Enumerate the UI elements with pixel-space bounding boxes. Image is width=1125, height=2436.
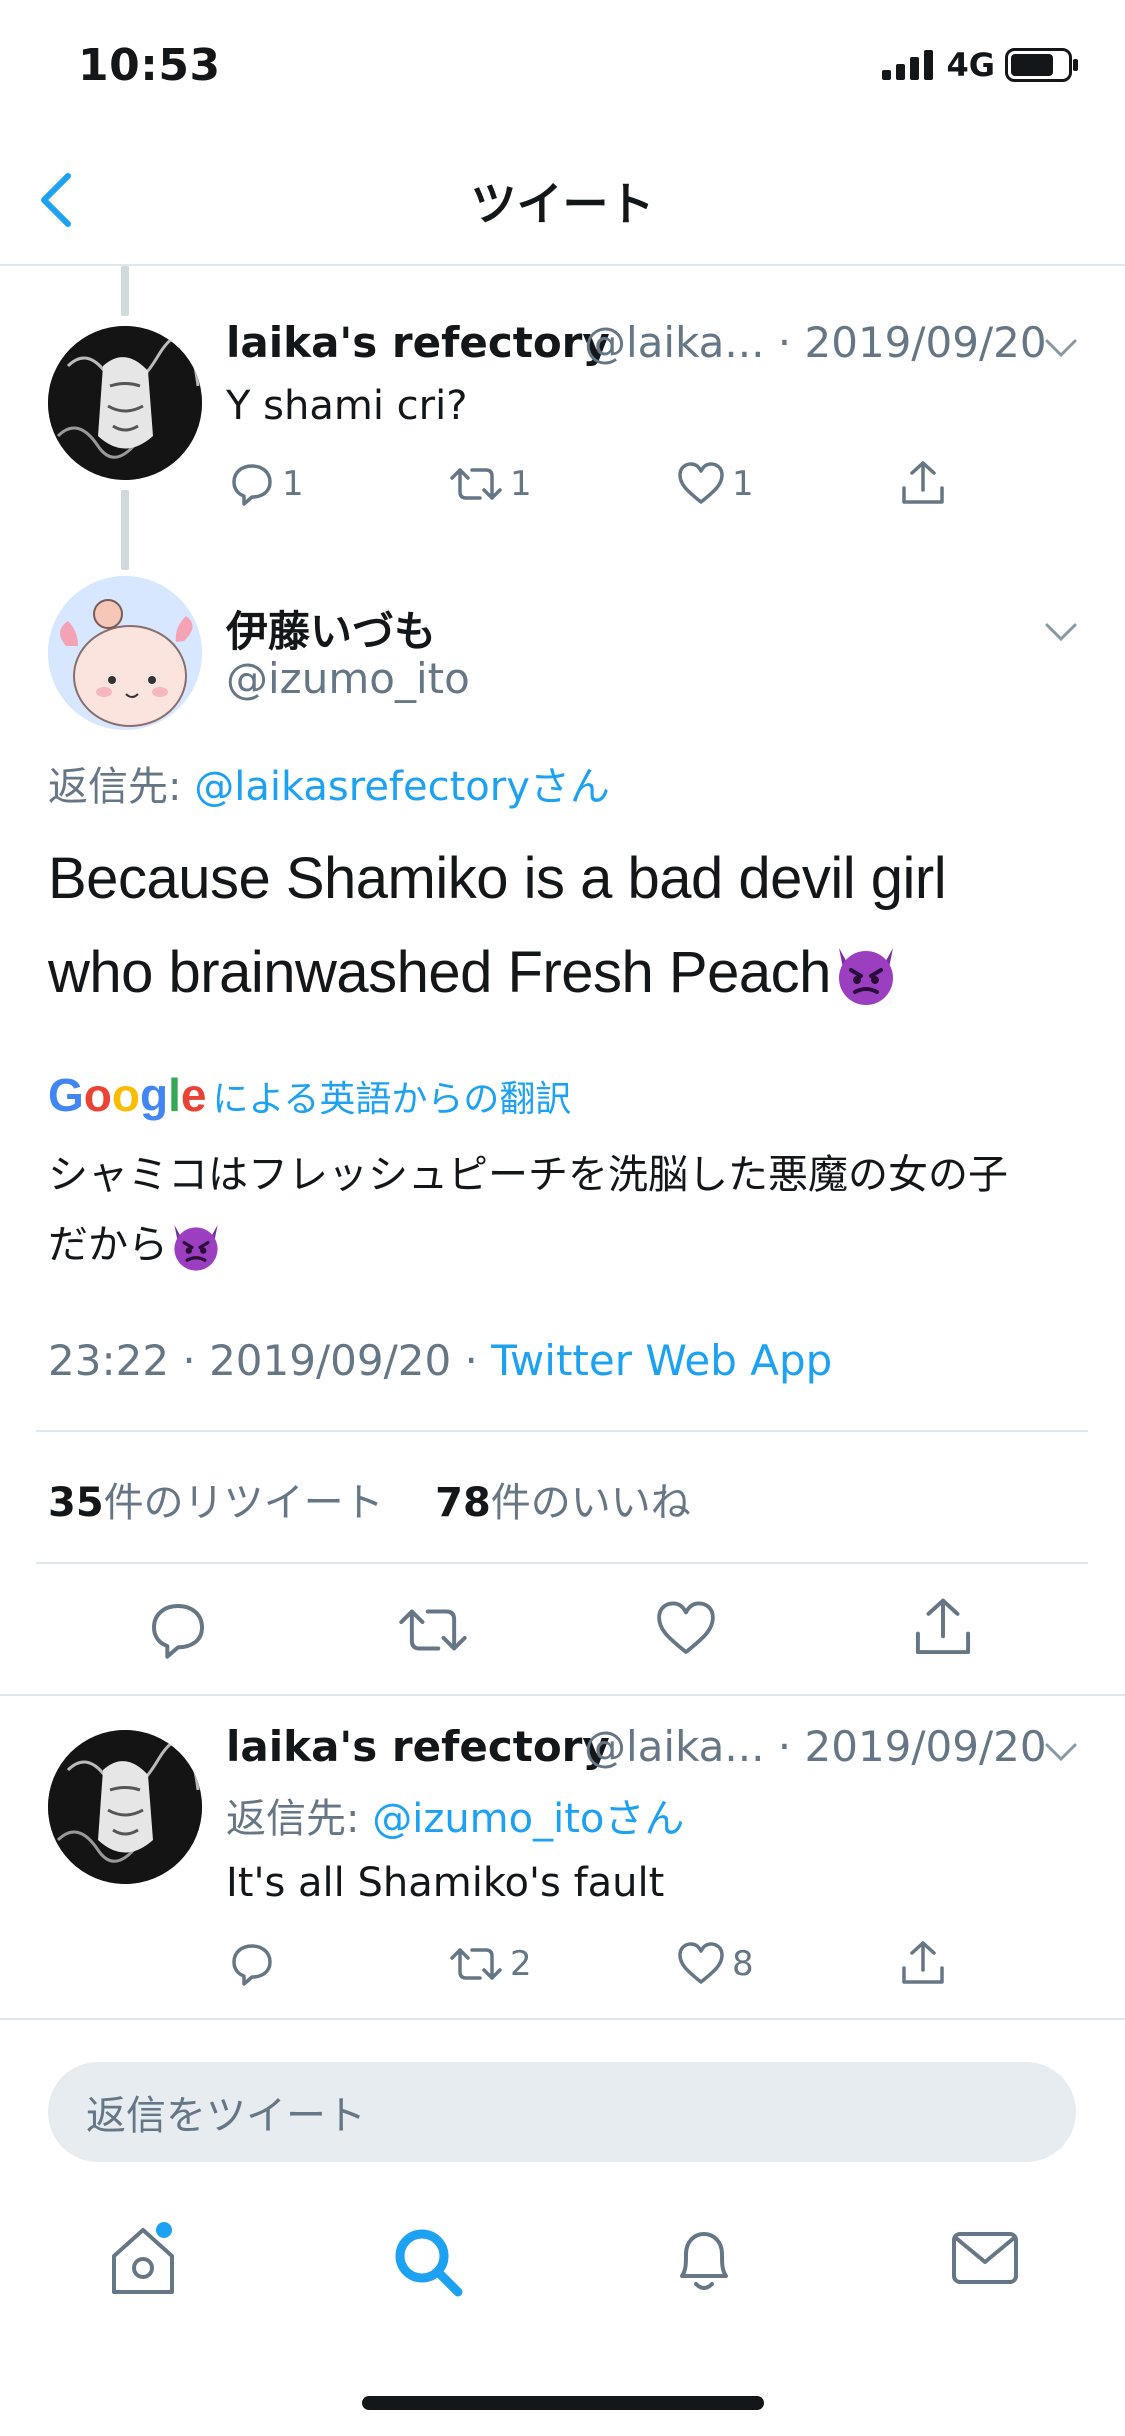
avatar-image-icon — [48, 576, 202, 730]
reply-button[interactable] — [228, 1940, 282, 1988]
share-icon[interactable] — [910, 1594, 976, 1660]
tweet-text: Because Shamiko is a bad devil girl who … — [48, 832, 947, 1020]
mail-icon[interactable] — [948, 2224, 1022, 2294]
translation-header[interactable]: Google による英語からの翻訳 — [48, 1068, 571, 1122]
chevron-down-icon[interactable] — [1044, 622, 1078, 644]
smiling-devil-emoji-icon — [838, 948, 893, 1005]
reply-to-prefix: 返信先: — [48, 764, 195, 810]
translation-text: シャミコはフレッシュピーチを洗脳した悪魔の女の子 だから — [48, 1140, 1008, 1280]
heart-icon — [678, 1942, 724, 1984]
retweet-total[interactable]: 35 — [48, 1480, 104, 1526]
tweet-text-line-1: Because Shamiko is a bad devil girl — [48, 846, 947, 911]
retweet-icon[interactable] — [396, 1598, 470, 1662]
like-button[interactable]: 1 — [676, 460, 754, 508]
author-name[interactable]: laika's refectory — [226, 318, 610, 367]
reply-icon — [232, 464, 272, 506]
like-total[interactable]: 78 — [435, 1480, 491, 1526]
avatar-image-icon — [48, 326, 202, 480]
tweet-text: Y shami cri? — [226, 383, 468, 429]
retweet-count: 2 — [510, 1944, 532, 1984]
author-name[interactable]: laika's refectory — [226, 1722, 610, 1771]
retweet-button[interactable]: 1 — [448, 460, 532, 508]
retweet-count: 1 — [510, 464, 532, 504]
thread-line-middle — [121, 490, 129, 570]
timestamp: 23:22 · 2019/09/20 · — [48, 1336, 492, 1385]
heart-icon[interactable] — [654, 1598, 718, 1660]
retweet-icon — [450, 468, 502, 500]
translation-line-2: だから — [48, 1222, 168, 1268]
divider — [36, 1430, 1088, 1432]
translation-line-1: シャミコはフレッシュピーチを洗脳した悪魔の女の子 — [48, 1152, 1008, 1198]
engagement-stats: 35件のリツイート 78件のいいね — [48, 1470, 691, 1528]
reply-to-prefix: 返信先: — [226, 1796, 373, 1842]
retweet-icon — [450, 1948, 502, 1980]
thread-line-top — [121, 266, 129, 316]
like-count: 1 — [732, 464, 754, 504]
share-icon — [902, 1941, 944, 1984]
battery-icon — [1005, 48, 1078, 82]
tweet-text-line-2: who brainwashed Fresh Peach — [48, 940, 831, 1005]
page-title: ツイート — [470, 177, 655, 231]
heart-icon — [678, 462, 724, 504]
share-button[interactable] — [898, 1938, 948, 1988]
reply-icon[interactable] — [146, 1598, 210, 1662]
google-logo: Google — [48, 1069, 207, 1121]
reply-to-user-link[interactable]: @izumo_itoさん — [372, 1796, 684, 1842]
status-icons: 4G — [882, 46, 1079, 84]
avatar-laika[interactable] — [48, 326, 202, 480]
source-link[interactable]: Twitter Web App — [491, 1336, 832, 1385]
reply-to-line: 返信先: @izumo_itoさん — [226, 1786, 684, 1844]
reply-icon — [232, 1944, 272, 1986]
timestamp-line: 23:22 · 2019/09/20 · Twitter Web App — [48, 1336, 832, 1385]
reply-to-user-link[interactable]: @laikasrefectoryさん — [194, 764, 610, 810]
share-icon — [902, 461, 944, 504]
retweet-button[interactable]: 2 — [448, 1940, 532, 1988]
home-icon[interactable] — [104, 2220, 182, 2300]
divider — [0, 1694, 1125, 1696]
chevron-down-icon[interactable] — [1044, 338, 1078, 360]
reply-to-line: 返信先: @laikasrefectoryさん — [48, 754, 610, 812]
like-button[interactable]: 8 — [676, 1940, 754, 1988]
author-handle[interactable]: @izumo_ito — [226, 654, 470, 703]
retweet-total-label[interactable]: 件のリツイート — [104, 1480, 384, 1526]
divider — [36, 1562, 1088, 1564]
smiling-devil-emoji-icon — [174, 1225, 218, 1271]
search-icon[interactable] — [388, 2222, 468, 2302]
bell-icon[interactable] — [664, 2220, 744, 2300]
like-total-label[interactable]: 件のいいね — [491, 1480, 691, 1526]
avatar-izumo[interactable] — [48, 576, 202, 730]
translation-label: による英語からの翻訳 — [212, 1079, 572, 1120]
handle-date: @laika... · 2019/09/20 — [584, 1722, 1047, 1771]
like-count: 8 — [732, 1944, 754, 1984]
network-label: 4G — [946, 46, 995, 84]
reply-count: 1 — [282, 464, 304, 504]
chevron-down-icon[interactable] — [1044, 1742, 1078, 1764]
avatar-image-icon — [48, 1730, 202, 1884]
home-indicator[interactable] — [362, 2396, 764, 2410]
handle-date: @laika... · 2019/09/20 — [584, 318, 1047, 367]
reply-button[interactable]: 1 — [228, 460, 304, 508]
reply-composer-input[interactable]: 返信をツイート — [48, 2062, 1076, 2162]
share-button[interactable] — [898, 458, 948, 508]
avatar-laika[interactable] — [48, 1730, 202, 1884]
tweet-text: It's all Shamiko's fault — [226, 1860, 665, 1906]
notification-dot — [156, 2222, 172, 2238]
status-time: 10:53 — [78, 40, 221, 91]
signal-icon — [882, 50, 934, 80]
nav-bar: ツイート — [0, 140, 1125, 266]
author-name[interactable]: 伊藤いづも — [226, 598, 436, 659]
